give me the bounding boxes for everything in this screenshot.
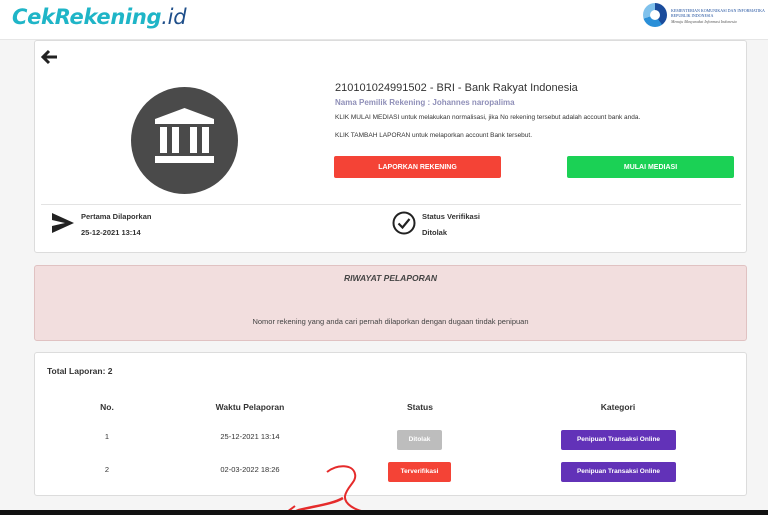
row-1-category-badge[interactable]: Penipuan Transaksi Online: [561, 430, 676, 450]
reports-card: Total Laporan: 2 No. Waktu Pelaporan Sta…: [34, 352, 747, 496]
cekrekening-logo[interactable]: CekRekening.id: [12, 5, 187, 29]
kominfo-line-2: REPUBLIK INDONESIA: [671, 13, 714, 18]
first-reported-value: 25-12-2021 13:14: [81, 228, 141, 237]
row-1-no: 1: [104, 432, 110, 441]
column-header-status: Status: [407, 402, 433, 412]
logo-suffix-text: .id: [161, 5, 187, 29]
report-account-button[interactable]: LAPORKAN REKENING: [334, 156, 501, 178]
account-card: 210101024991502 - BRI - Bank Rakyat Indo…: [34, 40, 747, 253]
verification-status-label: Status Verifikasi: [422, 212, 480, 221]
total-reports-label: Total Laporan:: [47, 366, 106, 376]
back-arrow-icon[interactable]: [40, 49, 59, 65]
report-history-panel: RIWAYAT PELAPORAN Nomor rekening yang an…: [34, 265, 747, 341]
start-mediation-button[interactable]: MULAI MEDIASI: [567, 156, 734, 178]
row-1-status-badge[interactable]: Ditolak: [397, 430, 442, 450]
divider: [41, 204, 741, 205]
check-circle-icon: [392, 211, 416, 235]
kominfo-logo: KEMENTERIAN KOMUNIKASI DAN INFORMATIKA R…: [640, 2, 766, 32]
kominfo-tagline: Menuju Masyarakat Informasi Indonesia: [671, 19, 737, 24]
account-owner: Nama Pemilik Rekening : Johannes naropal…: [335, 98, 515, 107]
column-header-category: Kategori: [600, 402, 636, 412]
column-header-no: No.: [100, 402, 114, 412]
verification-status-value: Ditolak: [422, 228, 448, 237]
first-reported-label: Pertama Dilaporkan: [81, 212, 152, 221]
total-reports-value: 2: [107, 366, 113, 376]
top-bar: CekRekening.id KEMENTERIAN KOMUNIKASI DA…: [0, 0, 768, 40]
send-icon: [52, 213, 74, 233]
report-history-title: RIWAYAT PELAPORAN: [343, 273, 438, 283]
mediation-note: KLIK MULAI MEDIASI untuk melakukan norma…: [335, 114, 641, 121]
bank-building-icon: [155, 108, 214, 163]
bank-avatar: [131, 87, 238, 194]
row-1-time: 25-12-2021 13:14: [220, 432, 280, 441]
logo-main-text: CekRekening: [12, 5, 162, 29]
total-reports: Total Laporan: 2: [47, 366, 113, 376]
column-header-time: Waktu Pelaporan: [215, 402, 285, 412]
bottom-bar: [0, 510, 768, 515]
report-history-message: Nomor rekening yang anda cari pernah dil…: [252, 317, 529, 326]
row-2-no: 2: [104, 465, 110, 474]
row-2-status-badge[interactable]: Terverifikasi: [388, 462, 451, 482]
kominfo-emblem-icon: [643, 3, 667, 27]
account-title: 210101024991502 - BRI - Bank Rakyat Indo…: [335, 82, 578, 94]
red-annotation-scribble: [285, 465, 366, 514]
row-2-category-badge[interactable]: Penipuan Transaksi Online: [561, 462, 676, 482]
report-note: KLIK TAMBAH LAPORAN untuk melaporkan acc…: [335, 132, 533, 139]
